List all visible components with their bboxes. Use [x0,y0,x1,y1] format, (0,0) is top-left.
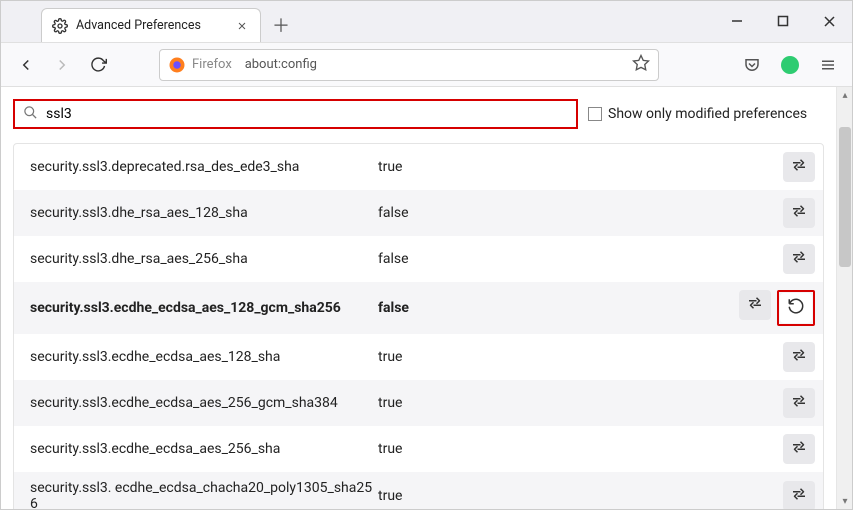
toggle-icon [790,202,808,224]
pref-name: security.ssl3.ecdhe_ecdsa_aes_256_sha [30,441,378,457]
pref-name: security.ssl3.ecdhe_ecdsa_aes_128_gcm_sh… [30,300,378,316]
pref-row: security.ssl3.ecdhe_ecdsa_aes_256_gcm_sh… [14,380,823,426]
show-modified-checkbox[interactable] [588,107,602,121]
toggle-icon [790,156,808,178]
toggle-button[interactable] [739,290,771,320]
scroll-thumb[interactable] [839,127,851,267]
maximize-button[interactable] [760,0,806,42]
pref-actions [783,244,815,274]
back-button[interactable] [11,50,41,80]
toggle-button[interactable] [783,198,815,228]
pref-value: false [378,300,739,316]
toggle-icon [790,346,808,368]
toggle-icon [790,485,808,507]
search-row: Show only modified preferences [1,87,836,137]
forward-button[interactable] [47,50,77,80]
url-address: about:config [245,57,317,72]
pref-value: true [378,349,783,365]
pref-actions [783,481,815,509]
pref-actions [783,388,815,418]
toggle-button[interactable] [783,481,815,509]
pref-value: true [378,159,783,175]
toggle-icon [790,438,808,460]
window-controls [714,0,852,42]
gear-icon [52,18,68,34]
pref-actions [783,342,815,372]
browser-tab[interactable]: Advanced Preferences [41,8,261,42]
pref-name: security.ssl3.deprecated.rsa_des_ede3_sh… [30,159,378,175]
pref-actions [739,290,815,326]
scroll-down-icon[interactable]: ▾ [837,493,853,509]
vertical-scrollbar[interactable]: ▴ ▾ [836,87,852,509]
pref-actions [783,152,815,182]
pref-row: security.ssl3.ecdhe_ecdsa_aes_256_shatru… [14,426,823,472]
pocket-icon[interactable] [738,51,766,79]
close-tab-icon[interactable] [234,18,250,34]
url-bar[interactable]: Firefox about:config [159,49,659,81]
undo-icon [787,297,805,319]
url-text: Firefox about:config [192,57,317,72]
pref-row: security.ssl3.dhe_rsa_aes_128_shafalse [14,190,823,236]
toggle-button[interactable] [783,388,815,418]
pref-row: security.ssl3.ecdhe_ecdsa_aes_128_shatru… [14,334,823,380]
pref-list: security.ssl3.deprecated.rsa_des_ede3_sh… [13,143,824,509]
titlebar: Advanced Preferences ＋ [1,1,852,43]
pref-name: security.ssl3. ecdhe_ecdsa_chacha20_poly… [30,480,378,509]
toggle-icon [746,294,764,316]
pref-row: security.ssl3.ecdhe_ecdsa_aes_128_gcm_sh… [14,282,823,334]
toolbar-right-icons [738,51,842,79]
toggle-button[interactable] [783,342,815,372]
toggle-icon [790,248,808,270]
search-icon [23,105,38,124]
pref-value: true [378,441,783,457]
reset-highlight [777,290,815,326]
pref-name: security.ssl3.dhe_rsa_aes_128_sha [30,205,378,221]
bookmark-star-icon[interactable] [632,54,650,76]
minimize-button[interactable] [714,0,760,42]
show-modified-label[interactable]: Show only modified preferences [588,106,807,122]
pref-row: security.ssl3.deprecated.rsa_des_ede3_sh… [14,144,823,190]
reset-button[interactable] [780,293,812,323]
pref-value: false [378,205,783,221]
close-window-button[interactable] [806,0,852,42]
pref-value: true [378,488,783,504]
toggle-button[interactable] [783,244,815,274]
extension-icon[interactable] [776,51,804,79]
tab-title: Advanced Preferences [76,18,226,33]
new-tab-button[interactable]: ＋ [267,11,295,39]
pref-actions [783,198,815,228]
pref-actions [783,434,815,464]
toggle-icon [790,392,808,414]
pref-name: security.ssl3.ecdhe_ecdsa_aes_256_gcm_sh… [30,395,378,411]
pref-row: security.ssl3.dhe_rsa_aes_256_shafalse [14,236,823,282]
toggle-button[interactable] [783,152,815,182]
scroll-up-icon[interactable]: ▴ [837,87,853,103]
app-menu-button[interactable] [814,51,842,79]
firefox-icon [168,56,186,74]
pref-value: true [378,395,783,411]
url-label: Firefox [192,57,232,72]
show-modified-text: Show only modified preferences [608,106,807,122]
page-content: Show only modified preferences security.… [1,87,852,509]
pref-value: false [378,251,783,267]
browser-toolbar: Firefox about:config [1,43,852,87]
toggle-button[interactable] [783,434,815,464]
search-box[interactable] [13,99,578,129]
reload-button[interactable] [83,50,113,80]
pref-row: security.ssl3. ecdhe_ecdsa_chacha20_poly… [14,472,823,509]
pref-name: security.ssl3.ecdhe_ecdsa_aes_128_sha [30,349,378,365]
pref-name: security.ssl3.dhe_rsa_aes_256_sha [30,251,378,267]
search-input[interactable] [46,106,568,122]
